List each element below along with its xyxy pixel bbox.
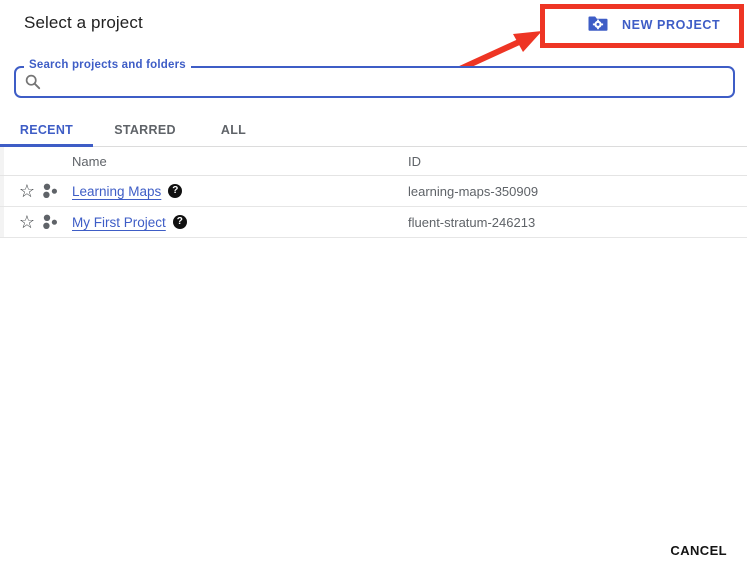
project-dots-icon: [41, 182, 59, 200]
cancel-button[interactable]: CANCEL: [670, 543, 727, 558]
tab-recent-label: RECENT: [20, 123, 73, 137]
help-icon[interactable]: ?: [168, 184, 182, 198]
column-header-name: Name: [72, 154, 107, 169]
column-header-id: ID: [408, 154, 421, 169]
table-header-row: Name ID: [0, 147, 747, 176]
projects-table: Name ID ☆ Learning Maps ? learning-maps-…: [0, 147, 747, 238]
project-link[interactable]: Learning Maps: [72, 184, 161, 199]
table-row[interactable]: ☆ Learning Maps ? learning-maps-350909: [0, 176, 747, 207]
tab-bar: RECENT STARRED ALL: [0, 114, 747, 147]
project-id: learning-maps-350909: [408, 184, 538, 199]
tab-recent[interactable]: RECENT: [0, 114, 93, 146]
star-icon[interactable]: ☆: [17, 181, 37, 201]
help-icon[interactable]: ?: [173, 215, 187, 229]
search-input[interactable]: [48, 70, 724, 94]
dialog-title: Select a project: [24, 13, 143, 33]
project-picker-dialog: Select a project NEW PROJECT Search proj…: [0, 0, 747, 582]
project-id: fluent-stratum-246213: [408, 215, 535, 230]
star-icon[interactable]: ☆: [17, 212, 37, 232]
search-field[interactable]: Search projects and folders: [14, 66, 735, 98]
new-project-button[interactable]: NEW PROJECT: [588, 12, 720, 38]
tab-starred[interactable]: STARRED: [93, 114, 197, 146]
tab-all-label: ALL: [221, 123, 246, 137]
project-dots-icon: [41, 213, 59, 231]
table-row[interactable]: ☆ My First Project ? fluent-stratum-2462…: [0, 207, 747, 238]
tab-starred-label: STARRED: [114, 123, 176, 137]
new-project-label: NEW PROJECT: [622, 18, 720, 32]
search-icon: [24, 73, 42, 91]
new-project-folder-gear-icon: [588, 15, 608, 35]
tab-all[interactable]: ALL: [197, 114, 270, 146]
project-link[interactable]: My First Project: [72, 215, 166, 230]
